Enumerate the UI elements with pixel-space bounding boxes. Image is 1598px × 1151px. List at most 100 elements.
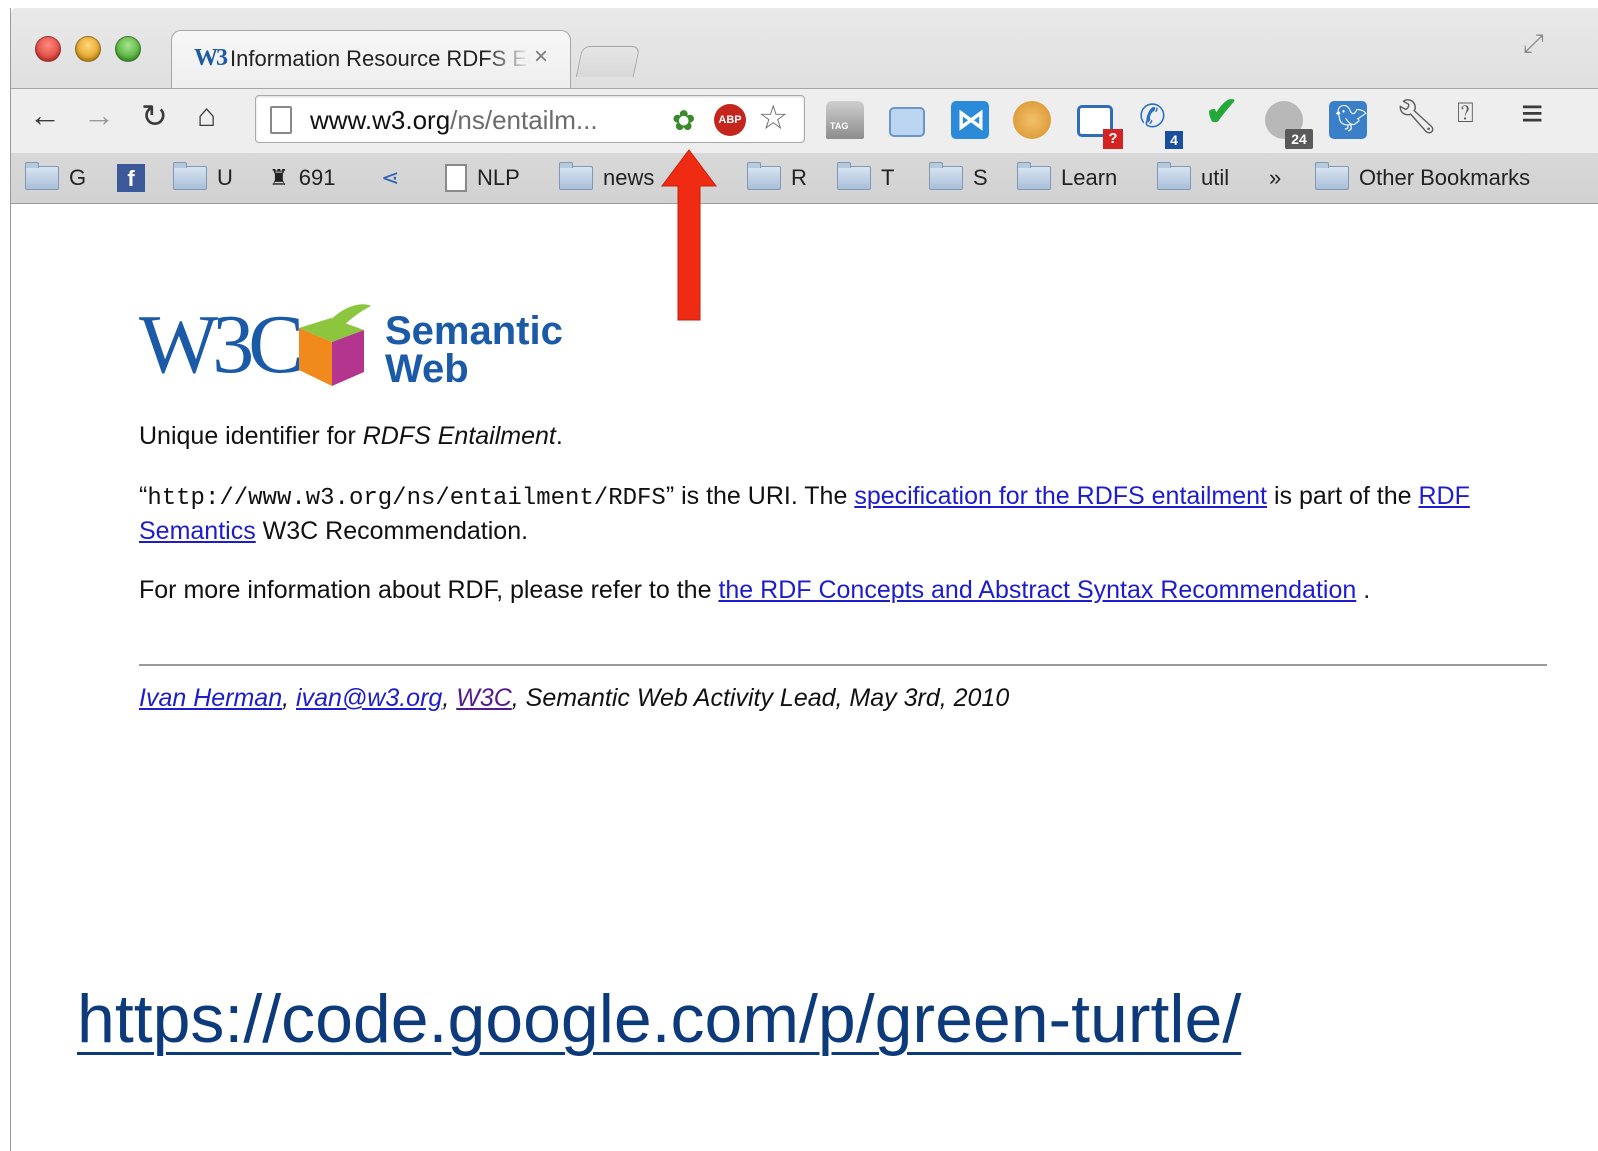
folder-icon [747,162,781,190]
intro-suffix: . [555,422,563,450]
fullscreen-icon[interactable]: ⤢ [1523,28,1544,60]
uri-code: http://www.w3.org/ns/entailment/RDFS [147,485,666,512]
window-icon[interactable] [889,107,925,137]
bow-icon[interactable]: ⋈ [951,101,989,139]
bookmark-r[interactable]: R [747,162,807,193]
bookmark-share[interactable]: ⋖ [381,163,409,193]
share-icon: ⋖ [381,165,400,190]
tab-title: Information Resource RDFS Entailment [230,46,530,71]
tab-close-icon[interactable]: × [534,43,548,71]
bookmark-691[interactable]: ♜ 691 [269,163,335,193]
bookmark-nlp[interactable]: NLP [445,163,520,193]
address-bar[interactable]: www.w3.org/ns/entailm... ✿ ABP ☆ [255,95,805,143]
bookmark-label: Other Bookmarks [1359,165,1531,190]
bookmark-facebook[interactable]: f [117,163,155,193]
logo-w3c-text: W3C [139,300,300,390]
browser-window: W3 Information Resource RDFS Entailment … [10,8,1598,1151]
info-text: For more information about RDF, please r… [139,576,719,604]
menu-icon[interactable]: ≡ [1521,93,1543,136]
footer-sep-2: , [442,684,457,712]
rdf-concepts-link[interactable]: the RDF Concepts and Abstract Syntax Rec… [718,576,1356,604]
new-tab-button[interactable] [575,46,641,77]
bookmark-label: R [791,165,807,190]
w3c-semantic-web-logo[interactable]: W3C Semantic Web [139,300,599,390]
bookmark-label: U [217,165,233,190]
url-path: /ns/entailm... [450,105,598,135]
folder-icon [173,162,207,190]
page-icon [445,164,467,192]
w3c-favicon-icon: W3 [194,45,226,71]
maximize-window-button[interactable] [115,36,141,62]
facebook-icon: f [117,164,145,192]
intro-term: RDFS Entailment [362,422,556,450]
bookmark-label: G [69,165,87,190]
toolbar: ← → ↻ ⌂ www.w3.org/ns/entailm... ✿ ABP ☆… [11,88,1598,153]
folder-icon [1157,162,1191,190]
green-turtle-url-link[interactable]: https://code.google.com/p/green-turtle/ [77,980,1241,1058]
w3c-link[interactable]: W3C [456,684,512,712]
phone-badge: 4 [1165,131,1183,149]
url-host: www.w3.org [310,105,451,135]
author-link[interactable]: Ivan Herman [139,684,282,712]
bookmark-u[interactable]: U [173,162,233,193]
intro-text: Unique identifier for RDFS Entailment. [139,422,563,451]
info-paragraph: For more information about RDF, please r… [139,574,1539,607]
footer-sep-1: , [282,684,297,712]
bookmark-label: news [603,165,655,190]
bookmark-label: T [881,165,895,190]
screen-badge: ? [1103,129,1123,149]
bookmark-label: S [973,165,988,190]
semantic-web-cube-icon [299,304,371,386]
tab-active[interactable]: W3 Information Resource RDFS Entailment … [171,30,571,89]
bookmark--[interactable]: » [1269,163,1281,193]
bookmark-label: util [1201,165,1230,190]
bookmark-label: 691 [298,165,336,190]
star-icon[interactable]: ☆ [758,98,788,138]
bookmark-news[interactable]: news [559,162,655,193]
adblock-icon[interactable]: ABP [714,104,746,136]
uri-text-3: W3C Recommendation. [255,517,529,545]
uri-paragraph: “http://www.w3.org/ns/entailment/RDFS” i… [139,480,1539,548]
forward-icon[interactable]: → [83,97,115,134]
bookmark-label: Learn [1061,165,1118,190]
bookmarks-bar: Gf U ♜ 691 ⋖ NLP news R T S Learn util » Other Bookma… [11,153,1598,203]
email-link[interactable]: ivan@w3.org [296,684,442,712]
back-icon[interactable]: ← [29,97,61,134]
bookmark-g[interactable]: G [25,162,87,193]
download-icon[interactable]: ⍰ [1457,97,1474,130]
bow-glyph: ⋈ [957,104,985,135]
uri-text-1: ” is the URI. The [665,482,855,510]
phone-icon[interactable]: ✆ [1139,97,1166,135]
divider [139,664,1547,666]
folder-icon [25,162,59,190]
minimize-window-button[interactable] [75,36,101,62]
check-icon[interactable]: ✔ [1205,89,1239,135]
spec-link[interactable]: specification for the RDFS entailment [854,482,1267,510]
page-content: W3C Semantic Web Unique identifier for R… [11,204,1598,1151]
reload-icon[interactable]: ↻ [141,97,168,135]
info-end: . [1356,576,1371,604]
gcheck-badge: 24 [1285,129,1313,149]
bookmark-t[interactable]: T [837,162,895,193]
url-text[interactable]: www.w3.org/ns/entailm... [310,105,598,136]
folder-icon [929,162,963,190]
folder-icon [559,162,593,190]
tag-icon[interactable]: TAG [826,101,864,139]
bookmark-other-bookmarks[interactable]: Other Bookmarks [1315,162,1531,193]
turtle-icon[interactable]: ✿ [672,104,695,137]
folder-icon [837,162,871,190]
wrench-icon[interactable]: 🔧︎ [1395,97,1438,137]
page-icon [270,106,292,134]
pig-icon[interactable] [1013,101,1051,139]
folder-icon [1315,162,1349,190]
bookmark-util[interactable]: util [1157,162,1230,193]
tag-icon-label: TAG [830,121,849,131]
bookmark-s[interactable]: S [929,162,988,193]
logo-web-text: Web [385,347,469,390]
close-window-button[interactable] [35,36,61,62]
uri-text-2: is part of the [1267,482,1419,510]
twitter-icon[interactable]: 🐦︎ [1329,101,1368,139]
footer-text: , Semantic Web Activity Lead, May 3rd, 2… [511,684,1010,712]
bookmark-learn[interactable]: Learn [1017,162,1118,193]
home-icon[interactable]: ⌂ [197,97,216,134]
